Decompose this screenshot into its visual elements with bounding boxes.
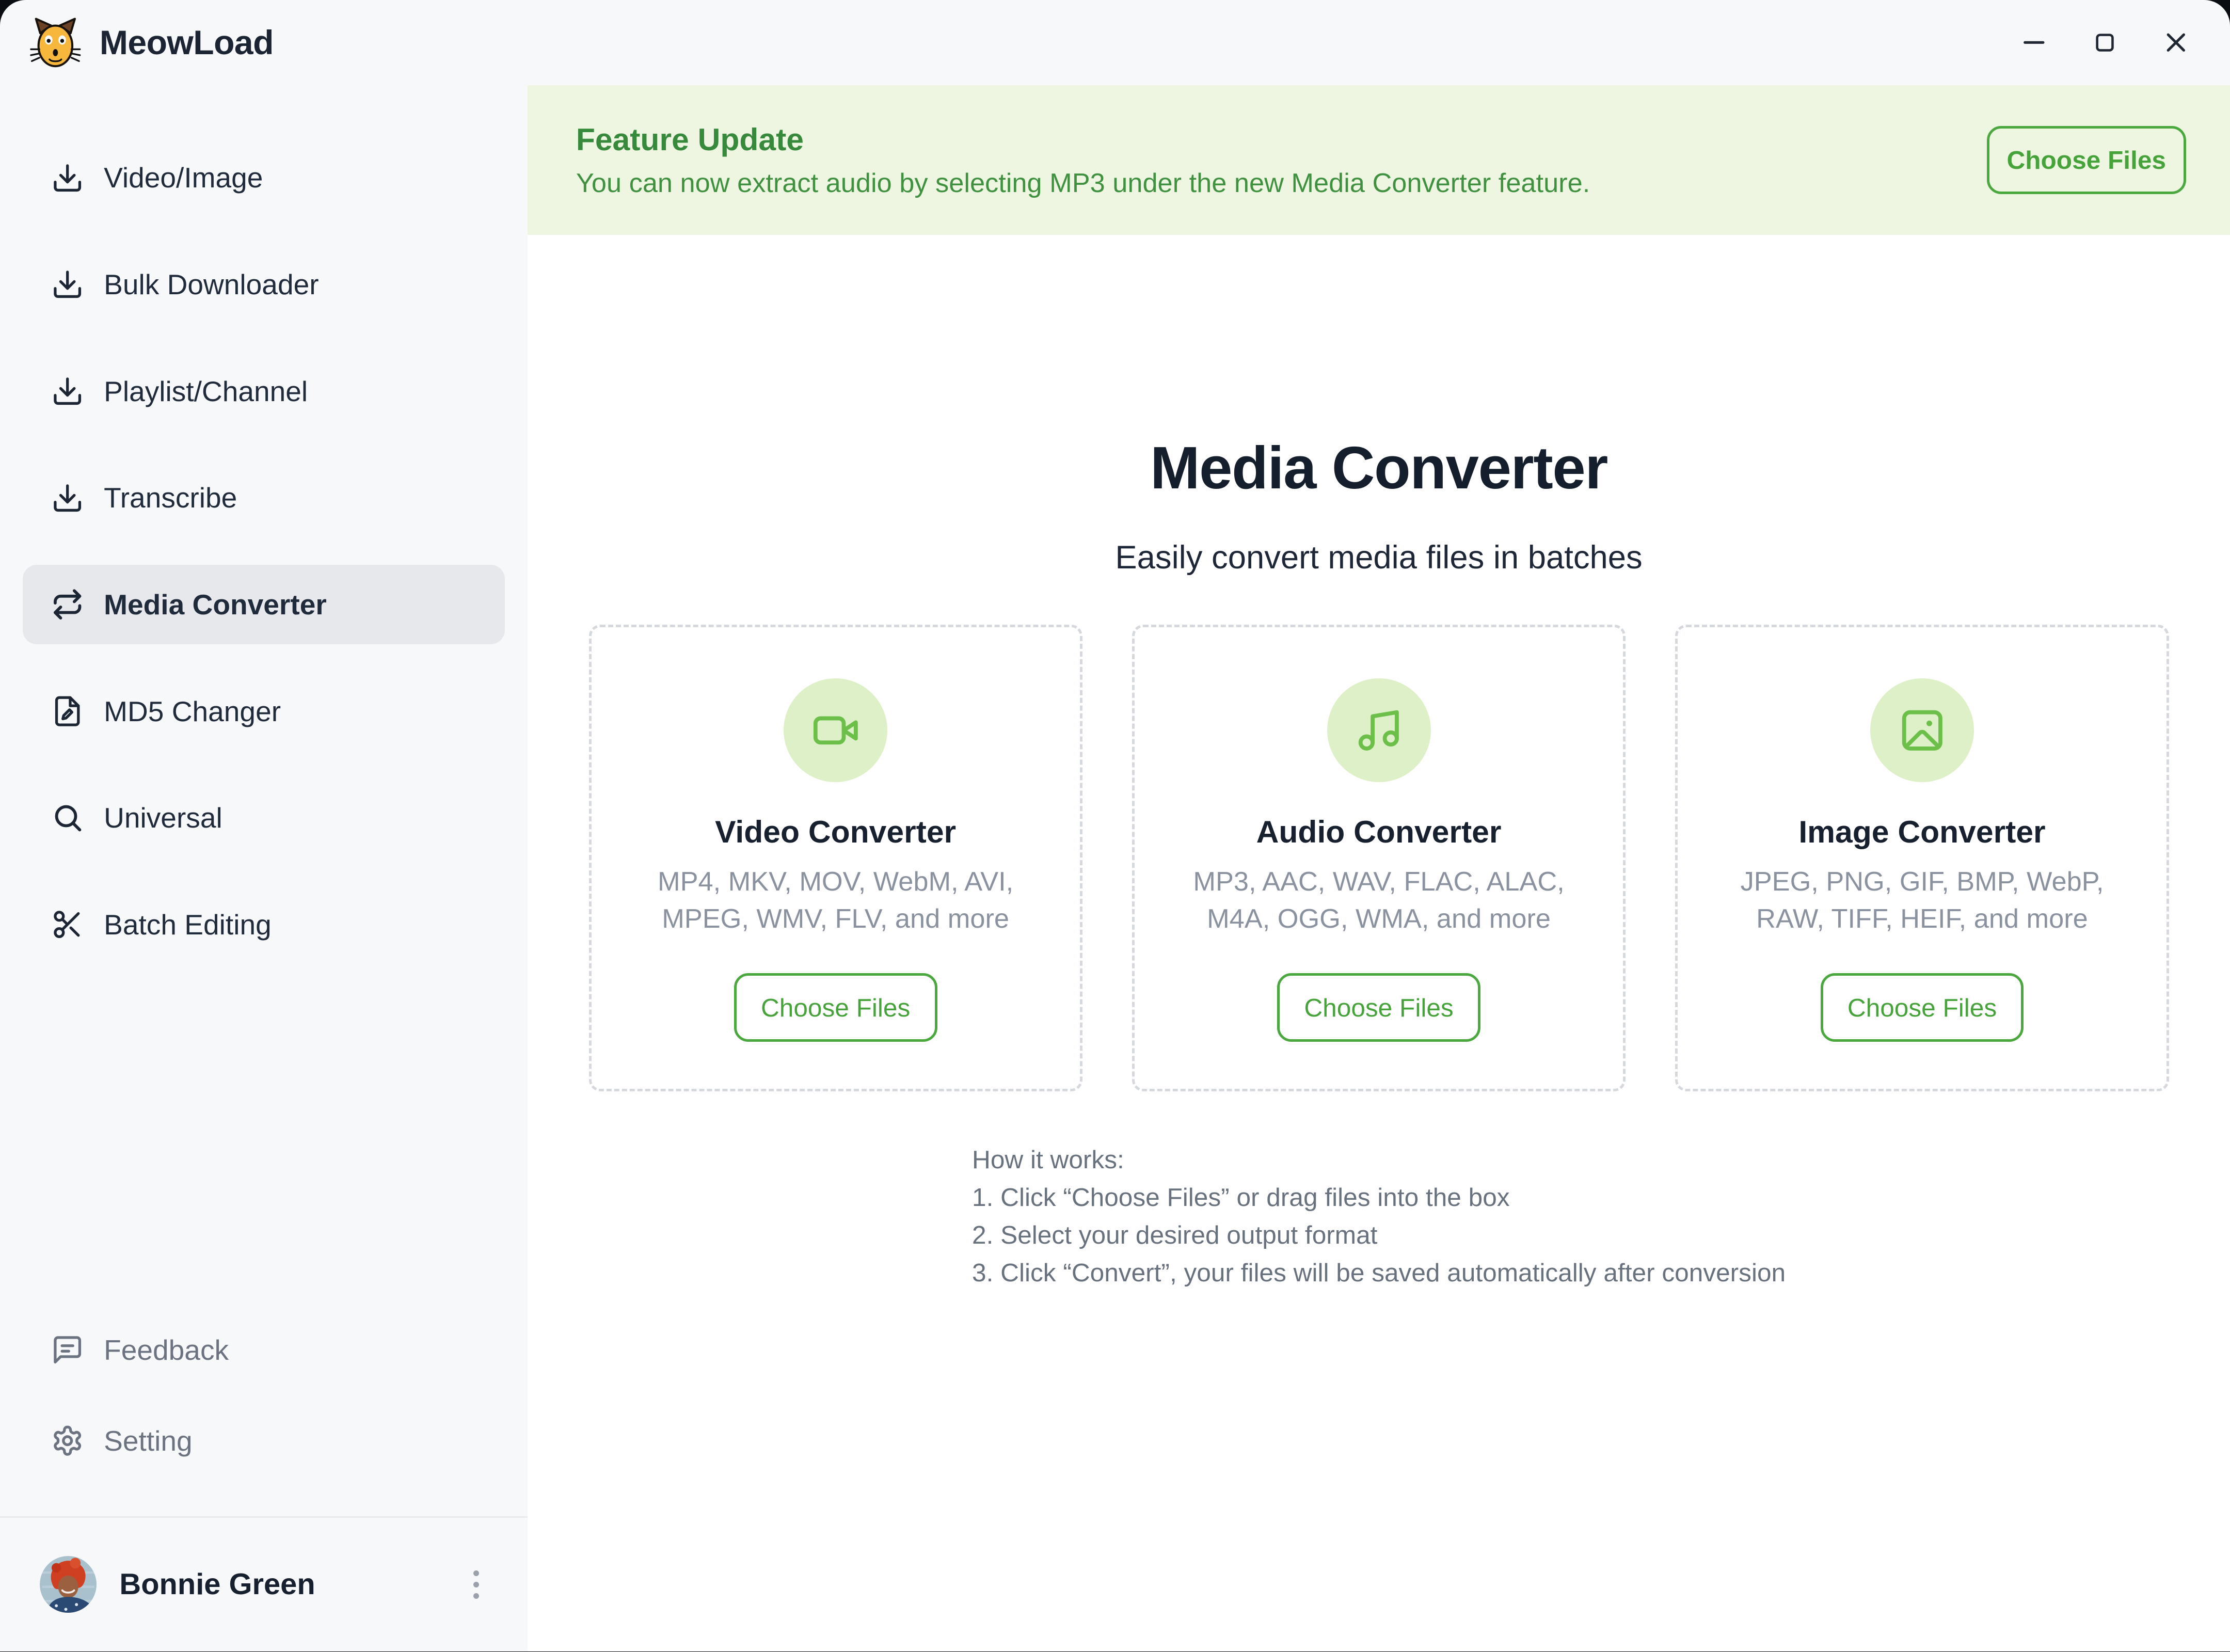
banner-text: Feature Update You can now extract audio…	[576, 121, 1590, 198]
sidebar-nav: Video/Image Bulk Downloader Playlist/Cha…	[23, 138, 505, 964]
main-content: Media Converter Easily convert media fil…	[528, 235, 2230, 1651]
video-icon	[811, 706, 860, 755]
how-it-works-title: How it works:	[972, 1141, 1786, 1179]
sidebar-item-universal[interactable]: Universal	[23, 778, 505, 857]
cat-logo-icon	[28, 15, 83, 70]
sidebar-item-label: Universal	[104, 801, 222, 834]
app-window: MeowLoad Video/Image Bulk Downloader	[0, 0, 2230, 1651]
feature-update-banner: Feature Update You can now extract audio…	[528, 85, 2230, 234]
app-title: MeowLoad	[100, 23, 274, 62]
music-icon	[1355, 706, 1403, 755]
sidebar-item-playlist-channel[interactable]: Playlist/Channel	[23, 351, 505, 431]
card-formats: MP4, MKV, MOV, WebM, AVI, MPEG, WMV, FLV…	[621, 864, 1050, 938]
image-converter-dropzone[interactable]: Image Converter JPEG, PNG, GIF, BMP, Web…	[1675, 625, 2169, 1091]
user-name: Bonnie Green	[119, 1567, 315, 1601]
brand: MeowLoad	[28, 15, 274, 70]
image-icon	[1898, 706, 1947, 755]
close-button[interactable]	[2159, 26, 2193, 60]
banner-choose-files-button[interactable]: Choose Files	[1987, 126, 2186, 194]
card-formats: JPEG, PNG, GIF, BMP, WebP, RAW, TIFF, HE…	[1707, 864, 2137, 938]
minimize-button[interactable]	[2017, 26, 2051, 60]
download-icon	[51, 482, 84, 514]
sidebar-item-video-image[interactable]: Video/Image	[23, 138, 505, 217]
music-icon-circle	[1327, 678, 1431, 782]
gear-icon	[51, 1424, 84, 1457]
minimize-icon	[2018, 27, 2050, 58]
sidebar-item-media-converter[interactable]: Media Converter	[23, 565, 505, 644]
how-it-works-section: How it works: 1. Click “Choose Files” or…	[528, 1141, 2230, 1292]
sidebar-item-md5-changer[interactable]: MD5 Changer	[23, 671, 505, 751]
page-title: Media Converter	[528, 235, 2230, 502]
how-it-works-step: 3. Click “Convert”, your files will be s…	[972, 1254, 1786, 1292]
card-title: Video Converter	[715, 814, 956, 850]
download-icon	[51, 162, 84, 194]
maximize-button[interactable]	[2088, 26, 2122, 60]
sidebar-item-label: Feedback	[104, 1333, 229, 1367]
avatar	[40, 1556, 97, 1613]
scissors-icon	[51, 908, 84, 941]
sidebar-footer-nav: Feedback Setting	[23, 1310, 505, 1481]
titlebar: MeowLoad	[0, 0, 2230, 85]
image-choose-files-button[interactable]: Choose Files	[1821, 973, 2024, 1041]
banner-message: You can now extract audio by selecting M…	[576, 168, 1590, 199]
how-it-works-text: How it works: 1. Click “Choose Files” or…	[972, 1141, 1786, 1292]
banner-title: Feature Update	[576, 121, 1590, 157]
sidebar-item-transcribe[interactable]: Transcribe	[23, 458, 505, 537]
how-it-works-step: 2. Select your desired output format	[972, 1216, 1786, 1254]
download-icon	[51, 375, 84, 407]
sidebar-item-label: Setting	[104, 1424, 193, 1457]
sidebar-item-label: Media Converter	[104, 588, 327, 621]
sidebar-item-label: Bulk Downloader	[104, 268, 319, 301]
close-icon	[2160, 27, 2192, 58]
user-menu-kebab-icon[interactable]	[468, 1562, 485, 1607]
sidebar-item-feedback[interactable]: Feedback	[23, 1310, 505, 1389]
video-converter-dropzone[interactable]: Video Converter MP4, MKV, MOV, WebM, AVI…	[589, 625, 1082, 1091]
message-icon	[51, 1333, 84, 1366]
sidebar: Video/Image Bulk Downloader Playlist/Cha…	[0, 85, 528, 1651]
sidebar-item-setting[interactable]: Setting	[23, 1401, 505, 1481]
sidebar-item-label: Transcribe	[104, 481, 237, 514]
audio-converter-dropzone[interactable]: Audio Converter MP3, AAC, WAV, FLAC, ALA…	[1132, 625, 1626, 1091]
audio-choose-files-button[interactable]: Choose Files	[1277, 973, 1480, 1041]
repeat-icon	[51, 588, 84, 621]
video-icon-circle	[784, 678, 887, 782]
sidebar-item-label: Playlist/Channel	[104, 375, 308, 408]
page-subtitle: Easily convert media files in batches	[528, 539, 2230, 576]
window-controls	[2017, 26, 2193, 60]
download-icon	[51, 268, 84, 300]
image-icon-circle	[1870, 678, 1974, 782]
sidebar-item-label: Batch Editing	[104, 908, 272, 941]
card-title: Image Converter	[1798, 814, 2045, 850]
sidebar-item-bulk-downloader[interactable]: Bulk Downloader	[23, 245, 505, 324]
video-choose-files-button[interactable]: Choose Files	[734, 973, 937, 1041]
sidebar-item-batch-editing[interactable]: Batch Editing	[23, 885, 505, 964]
card-title: Audio Converter	[1256, 814, 1502, 850]
sidebar-item-label: MD5 Changer	[104, 695, 281, 728]
card-formats: MP3, AAC, WAV, FLAC, ALAC, M4A, OGG, WMA…	[1164, 864, 1594, 938]
user-profile[interactable]: Bonnie Green	[0, 1545, 528, 1624]
file-pen-icon	[51, 695, 84, 727]
sidebar-item-label: Video/Image	[104, 161, 263, 194]
how-it-works-step: 1. Click “Choose Files” or drag files in…	[972, 1179, 1786, 1216]
search-icon	[51, 801, 84, 834]
converter-cards: Video Converter MP4, MKV, MOV, WebM, AVI…	[528, 625, 2230, 1091]
maximize-icon	[2091, 28, 2119, 57]
sidebar-divider	[0, 1516, 528, 1518]
